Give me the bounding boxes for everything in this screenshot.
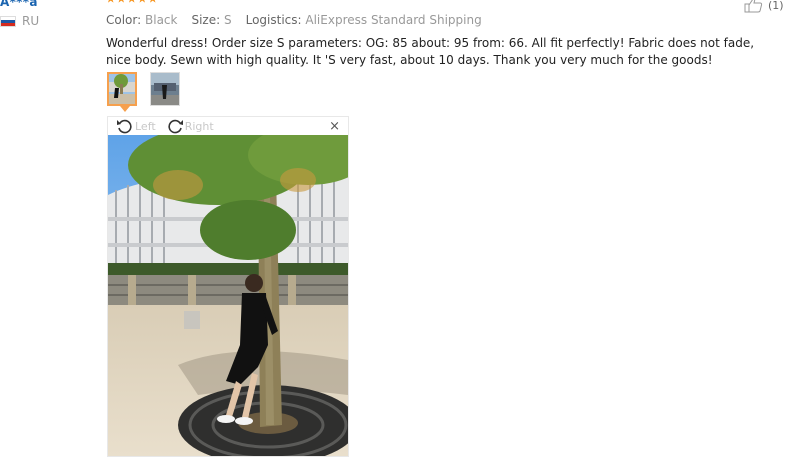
star-icon bbox=[106, 0, 116, 3]
attr-size: Size: S bbox=[191, 13, 232, 27]
attr-logistics: Logistics: AliExpress Standard Shipping bbox=[245, 13, 482, 27]
rotate-toolbar: Left Right × bbox=[108, 117, 348, 135]
rotate-left-icon bbox=[117, 119, 132, 134]
reviewer-country: RU bbox=[0, 14, 39, 28]
country-code: RU bbox=[22, 14, 40, 28]
review-photo-2-image bbox=[151, 73, 179, 105]
review-photo-1-image bbox=[109, 74, 135, 104]
star-rating bbox=[106, 0, 158, 4]
order-attributes: Color: Black Size: S Logistics: AliExpre… bbox=[106, 13, 482, 27]
star-icon bbox=[137, 0, 147, 3]
review-photo-large bbox=[108, 135, 348, 456]
review-photo-thumbnail-2[interactable] bbox=[150, 72, 180, 106]
rotate-right-button[interactable]: Right bbox=[166, 118, 214, 134]
close-viewer-button[interactable]: × bbox=[329, 119, 340, 134]
rotate-right-icon bbox=[168, 119, 183, 134]
thumbs-up-icon bbox=[744, 0, 763, 13]
star-icon bbox=[127, 0, 137, 3]
rotate-right-label: Right bbox=[184, 119, 214, 133]
review-photo-thumbnail-1[interactable] bbox=[107, 72, 137, 106]
russia-flag-icon bbox=[0, 15, 16, 27]
review-text: Wonderful dress! Order size S parameters… bbox=[106, 36, 755, 67]
helpful-count: (1) bbox=[768, 0, 784, 12]
rotate-left-label: Left bbox=[135, 119, 156, 133]
rotate-left-button[interactable]: Left bbox=[116, 118, 156, 134]
attr-color: Color: Black bbox=[106, 13, 178, 27]
helpful-button[interactable]: (1) bbox=[744, 0, 784, 13]
selected-thumbnail-indicator bbox=[120, 106, 130, 112]
photo-viewer: Left Right × bbox=[107, 116, 349, 457]
star-icon bbox=[116, 0, 126, 3]
star-icon bbox=[148, 0, 158, 3]
reviewer-name[interactable]: A***a bbox=[0, 0, 38, 9]
